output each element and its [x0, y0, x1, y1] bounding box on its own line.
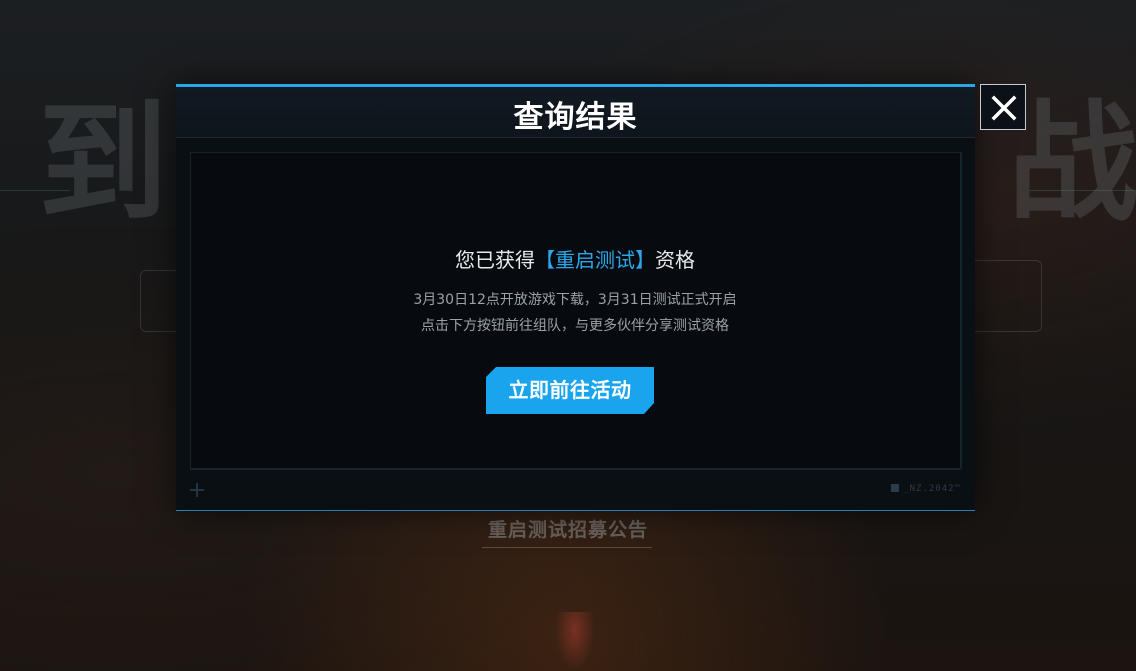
brand-watermark: _NZ.2042™ [891, 484, 961, 494]
plus-icon [190, 483, 204, 497]
modal-content-frame [190, 152, 962, 470]
modal-header: 查询结果 [176, 87, 975, 138]
recruitment-notice-link[interactable]: 重启测试招募公告 [470, 515, 666, 542]
brand-watermark-text: _NZ.2042™ [903, 484, 961, 494]
modal-title: 查询结果 [513, 100, 638, 135]
background-deco-line [0, 190, 70, 191]
background-headline-left: 到 [38, 87, 169, 239]
frame-divider [960, 152, 961, 468]
close-icon [991, 95, 1017, 121]
background-headline-right: 战 [1008, 87, 1136, 239]
modal-bottom-accent-line [176, 510, 975, 511]
description-line-1: 3月30日12点开放游戏下载，3月31日测试正式开启 [413, 292, 737, 308]
frame-divider [190, 468, 960, 469]
brand-square-icon [891, 484, 900, 492]
headline-suffix: 资格 [655, 248, 695, 272]
background-deco-line [1030, 190, 1136, 191]
go-to-event-button[interactable]: 立即前往活动 [486, 367, 654, 414]
close-button[interactable] [980, 84, 1026, 130]
modal-body: 您已获得【重启测试】资格 3月30日12点开放游戏下载，3月31日测试正式开启 … [176, 138, 975, 510]
background-character-figure [555, 612, 595, 671]
query-result-modal: 查询结果 您已获得【重启测试】资格 3月30日12点开放游戏下载，3月31日测试… [176, 84, 975, 511]
recruitment-notice-underline [482, 547, 652, 548]
description-line-2: 点击下方按钮前往组队，与更多伙伴分享测试资格 [421, 318, 729, 334]
headline-prefix: 您已获得 [455, 248, 535, 272]
headline-highlight: 【重启测试】 [535, 248, 655, 272]
qualification-headline: 您已获得【重启测试】资格 [190, 244, 960, 273]
